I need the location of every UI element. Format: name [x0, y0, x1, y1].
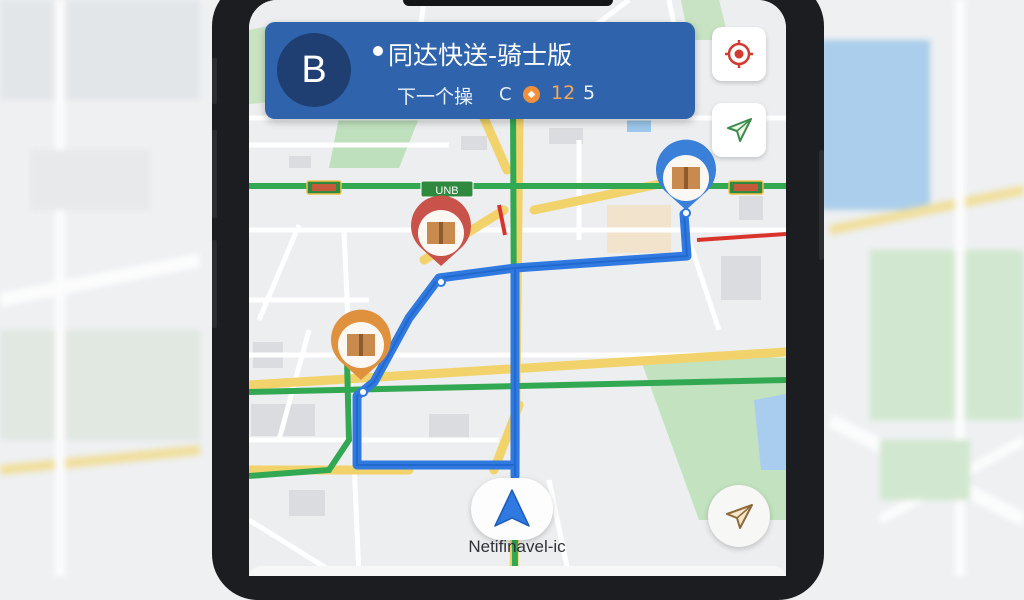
- road-sign-label: UNB: [435, 185, 458, 197]
- road-sign: [728, 180, 764, 195]
- package-icon: [347, 334, 375, 356]
- locate-button[interactable]: [712, 27, 766, 81]
- phone-notch: [403, 0, 613, 6]
- phone-side-button: [819, 150, 824, 260]
- app-title: 同达快送-骑士版: [388, 41, 573, 70]
- next-step-label: 下一个操: [397, 86, 474, 108]
- recenter-button[interactable]: [708, 485, 770, 547]
- bottom-sheet[interactable]: [249, 566, 786, 576]
- recenter-arrow-icon: [726, 504, 753, 529]
- building: [721, 256, 761, 300]
- package-icon: [672, 167, 700, 189]
- building: [289, 156, 311, 168]
- road-sign: UNB: [420, 180, 474, 198]
- alert-count: 12: [551, 82, 576, 104]
- building: [461, 136, 487, 150]
- phone-screen: UNB B 同达快送-骑士版 下一个操 C ◆ 12 5 Netifinavel…: [249, 0, 786, 576]
- turn-icon: C: [499, 84, 512, 105]
- locate-target-icon: [725, 40, 753, 68]
- building: [429, 414, 469, 438]
- road-sign: [306, 180, 342, 195]
- compass-button[interactable]: [712, 103, 766, 157]
- phone-side-button: [212, 58, 217, 104]
- package-icon: [427, 222, 455, 244]
- title-bullet: [373, 46, 383, 56]
- navigation-caption: Netifinavel-ic: [468, 537, 566, 556]
- compass-arrow-icon: [727, 118, 752, 142]
- building: [289, 490, 325, 516]
- phone-side-button: [212, 240, 217, 328]
- alert-badge-icon: ◆: [523, 86, 540, 103]
- start-navigation-button[interactable]: [471, 478, 553, 540]
- secondary-count: 5: [583, 82, 596, 104]
- navigation-instruction-card[interactable]: B 同达快送-骑士版 下一个操 C ◆ 12 5: [265, 22, 695, 119]
- building: [739, 196, 763, 220]
- navigation-arrow-icon: [494, 489, 530, 527]
- phone-side-button: [212, 130, 217, 218]
- destination-badge: B: [277, 33, 351, 107]
